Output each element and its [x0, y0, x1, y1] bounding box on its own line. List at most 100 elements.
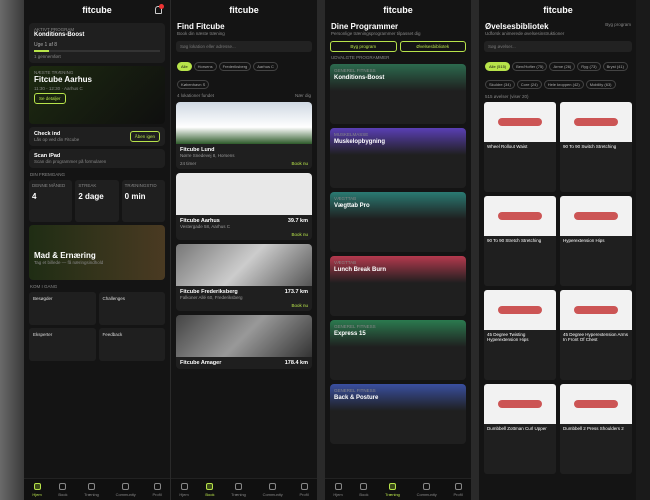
filter-chip[interactable]: Alle [177, 62, 192, 71]
nav-book[interactable]: Book [205, 482, 214, 497]
nav-training[interactable]: Træning [231, 482, 246, 497]
gym-card[interactable]: Fitcube Amager 178.4 km [176, 315, 312, 369]
near-toggle[interactable]: Nær dig [295, 93, 311, 98]
program-card[interactable]: VÆGTTAB Vægttab Pro [330, 192, 466, 252]
nav-home[interactable]: Hjem [333, 482, 343, 497]
calendar-icon [59, 482, 67, 490]
page-subtitle: Book din næste træning [177, 31, 225, 36]
filter-chip[interactable]: Ryg (73) [577, 62, 601, 71]
exercise-card[interactable]: Dumbbell 2 Press Shoulders 2 [560, 384, 632, 474]
stat-time: TRÆNINGSTID 0 min [121, 180, 165, 222]
program-week: Uge 1 af 8 [34, 42, 58, 48]
checkin-card[interactable]: Check ind Lås op ved din Fitcube Åben ige… [29, 127, 165, 146]
book-button[interactable]: Book nu [291, 161, 308, 166]
nav-home[interactable]: Hjem [32, 482, 42, 497]
next-screen-edge [636, 0, 650, 500]
search-input[interactable]: Søg øvelser... [484, 41, 632, 52]
filter-chip[interactable]: Bryst (41) [602, 62, 628, 71]
nav-community[interactable]: Community [263, 482, 283, 497]
tile-experts[interactable]: Eksperter [29, 328, 96, 361]
active-program-card[interactable]: AKTIVT PROGRAM Konditions-Boost Uge 1 af… [29, 23, 165, 63]
exercise-library-button[interactable]: Øvelsesbibliotek [399, 41, 466, 52]
filter-chip[interactable]: Arme (26) [549, 62, 576, 71]
tiles-grid: Besøgder Challenges Eksperter Feedback [29, 292, 165, 361]
scan-card[interactable]: Scan iPad Scan din programmer på formula… [29, 149, 165, 168]
program-card[interactable]: GENEREL FITNESS Back & Posture [330, 384, 466, 444]
tile-challenges[interactable]: Challenges [98, 292, 165, 325]
build-program-button[interactable]: Byg program [605, 22, 631, 36]
exercise-card[interactable]: 90 To 90 Stretch Stretching [484, 196, 556, 286]
search-input[interactable]: Søg lokation eller adresse... [176, 41, 312, 52]
program-name: Konditions-Boost [34, 32, 85, 38]
exercise-card[interactable]: 45 Degree Hyperextension Arms In Front O… [560, 290, 632, 380]
page-title: Øvelsesbibliotek [485, 22, 549, 31]
filter-chip[interactable]: Horsens [193, 62, 217, 71]
exercise-card[interactable]: Wheel Rollout Waist [484, 102, 556, 192]
checkin-sub: Lås op ved din Fitcube [34, 137, 80, 142]
dumbbell-icon [235, 482, 243, 490]
program-card[interactable]: GENEREL FITNESS Express 15 [330, 320, 466, 380]
user-icon [454, 482, 462, 490]
filter-chip[interactable]: Mobility (63) [585, 80, 616, 89]
food-card[interactable]: Mad & Ernæring Tag et billede — få nærin… [29, 225, 165, 280]
dumbbell-icon [88, 482, 96, 490]
build-program-button[interactable]: Byg program [330, 41, 397, 52]
gym-card[interactable]: Fitcube Frederiksberg 173.7 km Falkoner Al… [176, 244, 312, 311]
program-card[interactable]: GENEREL FITNESS Konditions-Boost [330, 64, 466, 124]
nav-training[interactable]: Træning [84, 482, 99, 497]
nav-community[interactable]: Community [417, 482, 437, 497]
next-title: Fitcube Aarhus [34, 75, 92, 84]
program-card[interactable]: MUSKELMASSE Muskelopbygning [330, 128, 466, 188]
nav-profile[interactable]: Profil [152, 482, 162, 497]
nav-book[interactable]: Book [58, 482, 67, 497]
filter-chip[interactable]: Frederiksberg [218, 62, 252, 71]
scan-sub: Scan din programmer på formularen [34, 159, 107, 164]
home-icon [334, 482, 342, 490]
exercise-card[interactable]: 45 Degree Twisting Hyperextension Hips [484, 290, 556, 380]
nav-profile[interactable]: Profil [453, 482, 463, 497]
filter-chip[interactable]: Hele kroppen (42) [543, 80, 584, 89]
filter-chip[interactable]: Ben/Hofter (75) [512, 62, 548, 71]
program-card[interactable]: VÆGTTAB Lunch Break Burn [330, 256, 466, 316]
bottom-nav: Hjem Book Træning Community Profil [171, 478, 317, 500]
gym-card[interactable]: Fitcube Aarhus 39.7 km Vestergade 58, Aarh… [176, 173, 312, 240]
filter-chip[interactable]: Aarhus C [253, 62, 278, 71]
nav-training[interactable]: Træning [385, 482, 400, 497]
results-count: 4 lokationer fundet [177, 93, 215, 98]
exercise-card[interactable]: 90 To 90 Switch Stretching [560, 102, 632, 192]
tile-visits[interactable]: Besøgder [29, 292, 96, 325]
gym-card[interactable]: Fitcube Lund Nørre Snedevej 8, Horsens 24 … [176, 102, 312, 169]
home-screen: fitcube AKTIVT PROGRAM Konditions-Boost … [24, 0, 170, 500]
nav-profile[interactable]: Profil [299, 482, 309, 497]
next-training-card[interactable]: NÆSTE TRÆNING Fitcube Aarhus 11:30 - 12:… [29, 66, 165, 124]
filter-chip[interactable]: Alle (515) [485, 62, 511, 71]
filter-chip[interactable]: København S [177, 80, 210, 89]
exercise-card[interactable]: Hyperextension Hips [560, 196, 632, 286]
exercise-grid: Wheel Rollout Waist 90 To 90 Switch Stre… [484, 102, 632, 474]
background-photo [0, 0, 24, 500]
open-again-button[interactable]: Åben igen [129, 131, 160, 142]
nav-community[interactable]: Community [116, 482, 136, 497]
food-title: Mad & Ernæring [34, 251, 96, 260]
bell-icon[interactable] [155, 4, 164, 14]
dumbbell-icon [389, 482, 397, 490]
bottom-nav: Hjem Book Træning Community Profil [24, 478, 170, 500]
details-button[interactable]: Se detaljer [34, 93, 66, 104]
calendar-icon [206, 482, 214, 490]
home-icon [180, 482, 188, 490]
tile-feedback[interactable]: Feedback [98, 328, 165, 361]
next-time: 11:30 - 12:30 [34, 86, 61, 91]
book-button[interactable]: Book nu [180, 232, 308, 237]
nav-book[interactable]: Book [359, 482, 368, 497]
bottom-nav: Hjem Book Træning Community Profil [325, 478, 471, 500]
calendar-icon [360, 482, 368, 490]
progress-heading: DIN FREMGANG [30, 172, 66, 177]
exercise-card[interactable]: Dumbbell Zottman Curl Upper [484, 384, 556, 474]
brand-logo: fitcube [383, 5, 413, 15]
more-heading: KOM I GANG [30, 284, 58, 289]
book-button[interactable]: Book nu [180, 303, 308, 308]
nav-home[interactable]: Hjem [179, 482, 189, 497]
people-icon [423, 482, 431, 490]
filter-chip[interactable]: Skuldre (34) [485, 80, 515, 89]
filter-chip[interactable]: Core (24) [516, 80, 542, 89]
